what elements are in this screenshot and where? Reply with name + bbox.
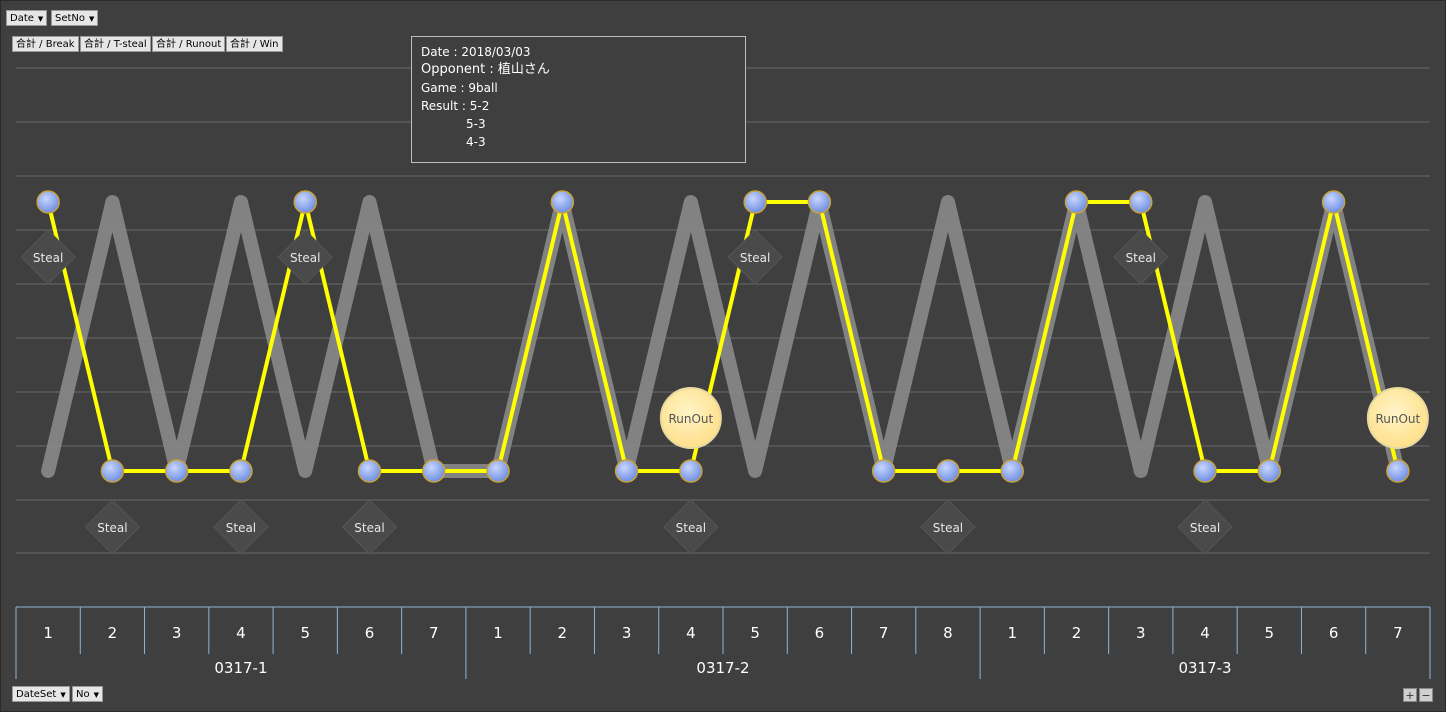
chevron-down-icon: ▼: [89, 15, 95, 23]
runout-label: RunOut: [668, 412, 713, 426]
group-label: 0317-1: [214, 659, 267, 677]
steal-label: Steal: [354, 521, 384, 535]
x-tick-label: 1: [43, 624, 53, 642]
chevron-down-icon: ▼: [60, 691, 66, 699]
x-tick-label: 3: [172, 624, 182, 642]
tooltip-opponent: Opponent : 植山さん: [421, 61, 736, 79]
win-node: [229, 459, 253, 483]
x-tick-label: 4: [236, 624, 246, 642]
steal-label: Steal: [226, 521, 256, 535]
result-value: 5-2: [469, 99, 490, 113]
x-tick-label: 3: [622, 624, 632, 642]
data-tooltip: Date : 2018/03/03 Opponent : 植山さん Game :…: [411, 36, 746, 163]
zoom-in-button[interactable]: +: [1403, 688, 1417, 702]
win-node: [36, 190, 60, 214]
win-node: [1321, 190, 1346, 214]
win-node: [164, 459, 189, 483]
runout-label: RunOut: [1375, 412, 1420, 426]
x-tick-label: 2: [1072, 624, 1082, 642]
result-value: 5-3: [466, 117, 486, 131]
win-node: [614, 459, 639, 483]
x-tick-label: 3: [1136, 624, 1146, 642]
legend-item-break[interactable]: 合計 / Break: [12, 36, 79, 52]
x-tick-label: 1: [1007, 624, 1017, 642]
chevron-down-icon: ▼: [37, 15, 44, 23]
win-node: [550, 190, 575, 214]
x-tick-label: 4: [686, 624, 696, 642]
tooltip-result: Result : 5-2: [421, 97, 736, 115]
x-tick-label: 2: [558, 624, 568, 642]
x-tick-label: 6: [815, 624, 825, 642]
win-node: [936, 459, 960, 483]
setno-filter-button[interactable]: SetNo ▼: [51, 10, 99, 26]
win-node: [357, 459, 382, 483]
steal-label: Steal: [290, 251, 320, 265]
x-tick-label: 5: [750, 624, 760, 642]
win-node: [1193, 459, 1217, 483]
win-node: [1129, 190, 1153, 214]
tooltip-date: Date : 2018/03/03: [421, 45, 531, 59]
legend-item-runout[interactable]: 合計 / Runout: [152, 36, 226, 52]
tooltip-game: Game : 9ball: [421, 81, 498, 95]
win-node: [293, 190, 317, 214]
no-axis-button[interactable]: No ▼: [72, 686, 103, 702]
win-node: [486, 459, 510, 483]
date-filter-label: Date: [10, 13, 34, 24]
group-label: 0317-3: [1178, 659, 1231, 677]
legend-item-tsteal[interactable]: 合計 / T-steal: [80, 36, 151, 52]
date-filter-button[interactable]: Date ▼: [6, 10, 48, 26]
x-tick-label: 7: [879, 624, 889, 642]
steal-label: Steal: [33, 251, 63, 265]
win-node: [1064, 190, 1089, 214]
x-tick-label: 6: [365, 624, 375, 642]
x-tick-label: 4: [1200, 624, 1210, 642]
win-node: [422, 459, 446, 483]
steal-label: Steal: [933, 521, 963, 535]
win-node: [1386, 459, 1410, 483]
win-node: [871, 459, 896, 483]
steal-label: Steal: [1126, 251, 1156, 265]
legend-item-win[interactable]: 合計 / Win: [226, 36, 283, 52]
x-tick-label: 1: [493, 624, 503, 642]
setno-filter-label: SetNo: [55, 13, 86, 24]
x-tick-label: 5: [1265, 624, 1275, 642]
win-node: [1000, 459, 1024, 483]
dateset-axis-label: DateSet: [16, 689, 57, 700]
win-node: [1257, 459, 1282, 483]
chevron-down-icon: ▼: [93, 691, 99, 699]
x-tick-label: 6: [1329, 624, 1339, 642]
result-value: 4-3: [466, 135, 486, 149]
opponent-value: 植山さん: [497, 62, 550, 77]
dateset-axis-button[interactable]: DateSet ▼: [12, 686, 70, 702]
win-node: [743, 190, 767, 214]
x-tick-label: 5: [300, 624, 310, 642]
win-node: [100, 459, 125, 483]
x-tick-label: 2: [108, 624, 118, 642]
x-tick-label: 7: [429, 624, 439, 642]
group-label: 0317-2: [696, 659, 749, 677]
steal-label: Steal: [740, 251, 770, 265]
win-node: [679, 459, 703, 483]
result-label: Result :: [421, 99, 470, 113]
steal-label: Steal: [1190, 521, 1220, 535]
no-axis-label: No: [76, 689, 90, 700]
steal-label: Steal: [676, 521, 706, 535]
opponent-label: Opponent :: [421, 62, 498, 77]
win-node: [807, 190, 832, 214]
steal-label: Steal: [97, 521, 127, 535]
zoom-out-button[interactable]: −: [1419, 688, 1433, 702]
x-tick-label: 8: [943, 624, 953, 642]
x-tick-label: 7: [1393, 624, 1403, 642]
